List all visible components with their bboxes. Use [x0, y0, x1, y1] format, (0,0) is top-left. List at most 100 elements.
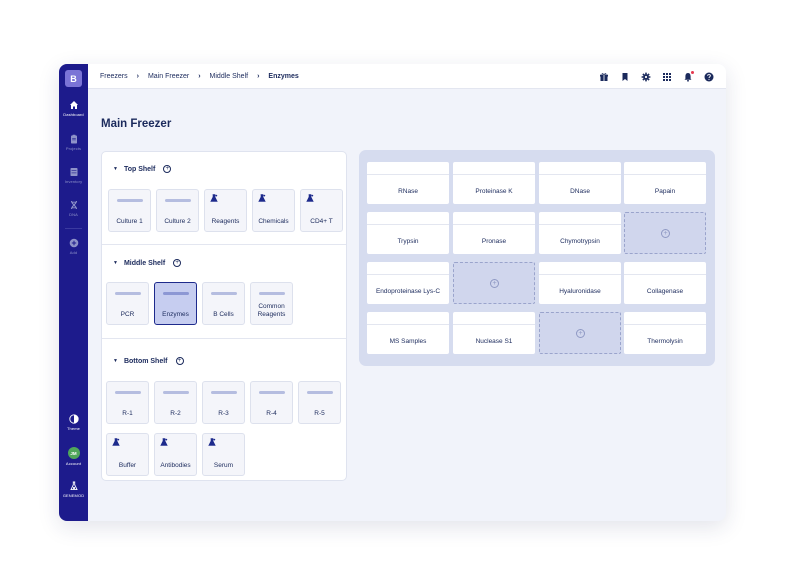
cell-cap	[367, 162, 449, 175]
grid-cell-empty[interactable]: +	[539, 312, 621, 354]
apps-button[interactable]	[662, 72, 672, 82]
add-box-button[interactable]: +	[173, 259, 182, 267]
box-r-1[interactable]: R-1	[106, 381, 149, 424]
grid-cell-endoproteinase-lys-c[interactable]: Endoproteinase Lys-C	[367, 262, 449, 304]
collapse-triangle-icon[interactable]: ▼	[113, 260, 118, 266]
breadcrumb-chevron-icon: ›	[257, 73, 260, 80]
box-r-2[interactable]: R-2	[154, 381, 197, 424]
cell-label: DNase	[570, 188, 590, 195]
sidebar-item-label: Theme	[67, 426, 80, 431]
add-box-button[interactable]: +	[163, 165, 172, 173]
shelf-divider	[102, 244, 346, 245]
clipboard-icon	[70, 134, 77, 144]
box-r-4[interactable]: R-4	[250, 381, 293, 424]
shelf-header-top[interactable]: ▼ Top Shelf +	[113, 165, 172, 173]
grid-cell-pronase[interactable]: Pronase	[453, 212, 535, 254]
box-label: Antibodies	[160, 462, 191, 469]
breadcrumb-main-freezer[interactable]: Main Freezer	[148, 73, 189, 80]
grid-cell-dnase[interactable]: DNase	[539, 162, 621, 204]
notifications-button[interactable]	[683, 70, 694, 82]
box-serum[interactable]: Serum	[202, 433, 245, 476]
grid-cell-papain[interactable]: Papain	[624, 162, 706, 204]
breadcrumb-middle-shelf[interactable]: Middle Shelf	[210, 73, 249, 80]
cell-label: Nuclease S1	[475, 338, 513, 345]
box-r-5[interactable]: R-5	[298, 381, 341, 424]
grid-cell-rnase[interactable]: RNase	[367, 162, 449, 204]
box-antibodies[interactable]: Antibodies	[154, 433, 197, 476]
box-common-reagents[interactable]: Common Reagents	[250, 282, 293, 325]
topbar-actions	[599, 64, 714, 89]
sidebar-item-dashboard[interactable]: Dashboard	[59, 100, 88, 117]
box-label: Chemicals	[258, 218, 289, 225]
sidebar-item-inventory[interactable]: Inventory	[59, 167, 88, 184]
sidebar-item-label: Add	[69, 250, 78, 255]
grid-cell-nuclease-s1[interactable]: Nuclease S1	[453, 312, 535, 354]
inventory-icon	[70, 168, 77, 176]
cell-cap	[367, 212, 449, 225]
cell-cap	[539, 262, 621, 275]
box-bar	[259, 391, 285, 394]
cell-cap	[624, 162, 706, 175]
cell-cap	[539, 162, 621, 175]
cell-label: Collagenase	[646, 288, 684, 295]
grid-cell-empty[interactable]: +	[453, 262, 535, 304]
page-title: Main Freezer	[101, 118, 172, 130]
cell-cap	[367, 312, 449, 325]
grid-cell-thermolysin[interactable]: Thermolysin	[624, 312, 706, 354]
bookmark-button[interactable]	[620, 72, 630, 82]
sidebar-item-label: Inventory	[64, 179, 83, 184]
sidebar-item-label: Dashboard	[63, 112, 84, 117]
box-chemicals[interactable]: Chemicals	[252, 189, 295, 232]
box-r-3[interactable]: R-3	[202, 381, 245, 424]
sidebar-item-projects[interactable]: Projects	[59, 134, 88, 151]
box-pcr[interactable]: PCR	[106, 282, 149, 325]
collapse-triangle-icon[interactable]: ▼	[113, 166, 118, 172]
help-button[interactable]	[704, 72, 714, 82]
app-logo[interactable]: B	[65, 70, 82, 87]
gear-icon	[641, 72, 651, 81]
cell-cap	[367, 262, 449, 275]
sidebar-item-dna[interactable]: DNA	[59, 200, 88, 217]
sidebar-item-account[interactable]: JM Account	[59, 447, 88, 466]
box-bar	[259, 292, 285, 295]
sidebar-item-theme[interactable]: Theme	[59, 414, 88, 431]
box-culture-2[interactable]: Culture 2	[156, 189, 199, 232]
shelf-divider	[102, 338, 346, 339]
box-buffer[interactable]: Buffer	[106, 433, 149, 476]
box-enzymes[interactable]: Enzymes	[154, 282, 197, 325]
grid-cell-ms-samples[interactable]: MS Samples	[367, 312, 449, 354]
settings-button[interactable]	[641, 72, 651, 82]
flask-icon	[306, 194, 314, 202]
cell-label: MS Samples	[389, 338, 427, 345]
breadcrumb-freezers[interactable]: Freezers	[100, 73, 128, 80]
sidebar-item-add[interactable]: Add	[59, 238, 88, 255]
cell-cap	[624, 262, 706, 275]
breadcrumb-chevron-icon: ›	[198, 73, 201, 80]
grid-cell-chymotrypsin[interactable]: Chymotrypsin	[539, 212, 621, 254]
sidebar-divider	[65, 228, 82, 229]
breadcrumb-chevron-icon: ›	[136, 73, 139, 80]
collapse-triangle-icon[interactable]: ▼	[113, 358, 118, 364]
shelf-header-bottom[interactable]: ▼ Bottom Shelf +	[113, 357, 184, 365]
app-window: B Dashboard Projects Inventory DNA Add T…	[59, 64, 726, 521]
shelf-header-middle[interactable]: ▼ Middle Shelf +	[113, 259, 182, 267]
grid-cell-empty[interactable]: +	[624, 212, 706, 254]
box-label: B Cells	[213, 311, 234, 318]
cell-cap	[539, 212, 621, 225]
box-bar	[163, 391, 189, 394]
box-cd4-t[interactable]: CD4+ T	[300, 189, 343, 232]
grid-cell-hyaluronidase[interactable]: Hyaluronidase	[539, 262, 621, 304]
grid-cell-trypsin[interactable]: Trypsin	[367, 212, 449, 254]
box-culture-1[interactable]: Culture 1	[108, 189, 151, 232]
box-b-cells[interactable]: B Cells	[202, 282, 245, 325]
box-bar	[211, 391, 237, 394]
cell-label: Trypsin	[397, 238, 419, 245]
avatar: JM	[67, 447, 80, 459]
shelf-title: Middle Shelf	[123, 259, 166, 267]
box-label: Reagents	[211, 218, 240, 225]
box-reagents[interactable]: Reagents	[204, 189, 247, 232]
grid-cell-proteinase-k[interactable]: Proteinase K	[453, 162, 535, 204]
gift-button[interactable]	[599, 72, 609, 82]
grid-cell-collagenase[interactable]: Collagenase	[624, 262, 706, 304]
add-box-button[interactable]: +	[175, 357, 184, 365]
